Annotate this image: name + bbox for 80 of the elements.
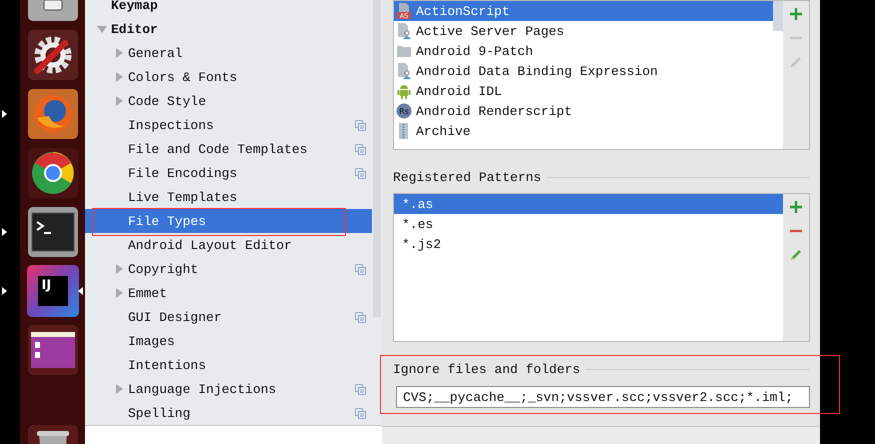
list-item[interactable]: Android Data Binding Expression: [394, 61, 773, 81]
window-icon[interactable]: [26, 324, 78, 376]
list-item-label: Android IDL: [416, 84, 502, 98]
list-item-label: Android 9-Patch: [416, 44, 534, 58]
android-robot-icon: [396, 83, 412, 99]
collapse-arrow-icon[interactable]: [97, 26, 107, 32]
expand-arrow-icon[interactable]: [116, 264, 122, 274]
plus-icon: [789, 7, 803, 21]
list-item-label: Android Renderscript: [416, 104, 572, 118]
tree-item[interactable]: General: [85, 41, 372, 65]
expand-arrow-icon[interactable]: [116, 48, 122, 58]
tree-item-label: File Encodings: [128, 166, 238, 180]
tree-item[interactable]: Emmet: [85, 281, 372, 305]
tree-item-label: Spelling: [128, 406, 190, 420]
expand-arrow-icon[interactable]: [116, 384, 122, 394]
tree-item-label: Editor: [111, 22, 158, 36]
tree-item[interactable]: File Encodings: [85, 161, 372, 185]
tree-item[interactable]: Live Templates: [85, 185, 372, 209]
list-item-label: ActionScript: [416, 4, 510, 18]
expand-arrow-icon[interactable]: [116, 288, 122, 298]
tree-item-label: Android Layout Editor: [128, 238, 292, 252]
tree-item-label: Images: [128, 334, 175, 348]
tree-item-label: Code Style: [128, 94, 206, 108]
add-button[interactable]: [787, 5, 805, 23]
tree-item[interactable]: Intentions: [85, 353, 372, 377]
pencil-icon: [789, 248, 803, 262]
gear-wrench-icon[interactable]: [26, 29, 78, 81]
list-item[interactable]: Android 9-Patch: [394, 41, 773, 61]
tree-item[interactable]: Spelling: [85, 401, 372, 425]
ide-logo-icon[interactable]: IJ: [26, 265, 78, 317]
tree-item[interactable]: Copyright: [85, 257, 372, 281]
tree-item[interactable]: Language Injections: [85, 377, 372, 401]
tree-item-label: Emmet: [128, 286, 168, 300]
tree-item[interactable]: GUI Designer: [85, 305, 372, 329]
terminal-icon[interactable]: [26, 206, 78, 258]
tree-item-label: Inspections: [128, 118, 214, 132]
folder-icon: [396, 43, 412, 59]
tree-item-label: File Types: [128, 214, 206, 228]
tree-item[interactable]: Inspections: [85, 113, 372, 137]
tree-item-label: Live Templates: [128, 190, 238, 204]
tree-item[interactable]: Keymap: [85, 0, 372, 17]
list-item[interactable]: Rs Android Renderscript: [394, 101, 773, 121]
tree-item-label: Copyright: [128, 262, 198, 276]
tree-item-label: Language Injections: [128, 382, 276, 396]
tree-item-label: General: [128, 46, 183, 60]
section-title: Ignore files and folders: [393, 362, 580, 377]
list-item-label: Android Data Binding Expression: [416, 64, 658, 78]
badge-text: Rs: [399, 107, 409, 116]
list-item[interactable]: *.as: [394, 194, 783, 214]
tree-item-label: Intentions: [128, 358, 206, 372]
tree-item-label: File and Code Templates: [128, 142, 308, 156]
list-item[interactable]: Active Server Pages: [394, 21, 773, 41]
globe-icon[interactable]: [26, 88, 78, 140]
logo-text: IJ: [38, 276, 68, 306]
expand-arrow-icon[interactable]: [116, 72, 122, 82]
list-item[interactable]: *.es: [394, 214, 783, 234]
section-title: Registered Patterns: [393, 170, 542, 185]
tree-item-label: Keymap: [111, 0, 158, 12]
tree-item[interactable]: Editor: [85, 17, 372, 41]
scrollbar-thumb[interactable]: [773, 1, 783, 31]
add-button[interactable]: [787, 198, 805, 216]
list-item[interactable]: Android IDL: [394, 81, 773, 101]
list-item-label: Active Server Pages: [416, 24, 564, 38]
input-field[interactable]: CVS;__pycache__;_svn;vssver.scc;vssver2.scc;*.iml;: [396, 386, 810, 408]
list-item[interactable]: *.js2: [394, 234, 783, 254]
list-item-label: Archive: [416, 124, 471, 138]
tree-item[interactable]: Images: [85, 329, 372, 353]
list-item[interactable]: Archive: [394, 121, 773, 141]
tree-item-label: GUI Designer: [128, 310, 222, 324]
plus-icon: [789, 200, 803, 214]
scrollbar-thumb[interactable]: [373, 0, 381, 317]
ring-icon[interactable]: [26, 147, 78, 199]
expand-arrow-icon[interactable]: [116, 96, 122, 106]
tree-item[interactable]: Android Layout Editor: [85, 233, 372, 257]
tree-item[interactable]: File Types: [85, 209, 372, 233]
tree-item[interactable]: Colors & Fonts: [85, 65, 372, 89]
tree-item[interactable]: Code Style: [85, 89, 372, 113]
tree-item-label: Colors & Fonts: [128, 70, 238, 84]
pencil-icon: [789, 55, 803, 69]
tree-item[interactable]: File and Code Templates: [85, 137, 372, 161]
